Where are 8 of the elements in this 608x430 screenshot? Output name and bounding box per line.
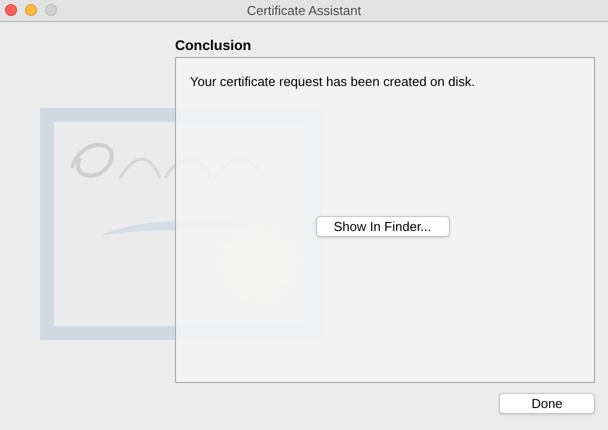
message-text: Your certificate request has been created on disk. (190, 73, 476, 91)
section-heading: Conclusion (175, 36, 252, 55)
close-icon[interactable] (5, 4, 17, 16)
show-in-finder-button[interactable]: Show In Finder... (316, 216, 450, 236)
minimize-icon[interactable] (25, 4, 37, 16)
zoom-icon[interactable] (45, 4, 57, 16)
window-title: Certificate Assistant (246, 2, 362, 20)
done-button[interactable]: Done (499, 393, 595, 414)
